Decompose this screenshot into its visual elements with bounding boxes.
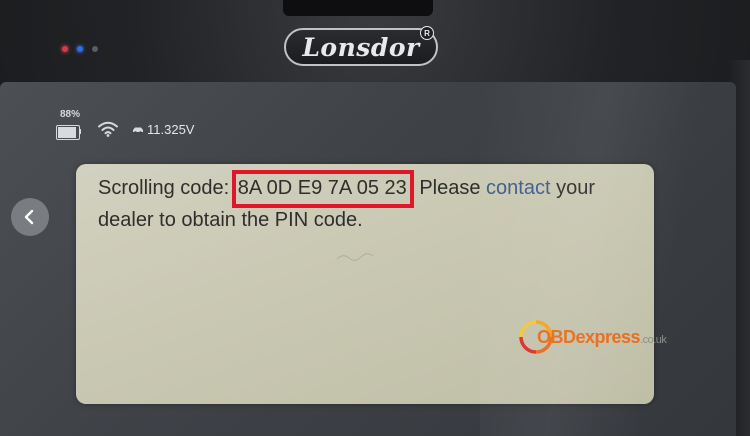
red-led-icon xyxy=(62,46,68,52)
message-prefix: Scrolling code: xyxy=(98,177,235,199)
dialog-message: Scrolling code: 8A 0D E9 7A 05 23 Please… xyxy=(98,170,598,233)
watermark-tld: .co.uk xyxy=(640,333,667,346)
message-please: Please xyxy=(413,177,487,199)
car-icon xyxy=(133,127,143,134)
scrolling-code: 8A 0D E9 7A 05 23 xyxy=(237,177,407,199)
watermark-prefix: OBD xyxy=(537,326,576,347)
screen-scratch xyxy=(336,253,374,261)
voltage-value: 11.325V xyxy=(147,122,195,137)
pin-code-dialog: Scrolling code: 8A 0D E9 7A 05 23 Please… xyxy=(76,164,654,404)
battery-icon: 88% xyxy=(56,109,84,143)
brand-name: Lonsdor xyxy=(302,32,420,62)
watermark-name: express xyxy=(575,326,641,347)
registered-mark-icon: R xyxy=(420,26,434,40)
battery-percent: 88% xyxy=(60,109,81,120)
back-button[interactable] xyxy=(11,198,49,236)
device-frame: Lonsdor R 88% 11.325V Scrolling code: 8A… xyxy=(0,0,750,436)
blue-led-icon xyxy=(77,46,83,52)
watermark-text: OBDexpress.co.uk xyxy=(537,326,667,348)
status-bar: 88% 11.325V xyxy=(56,107,194,143)
battery-fill xyxy=(58,127,76,138)
battery-body xyxy=(56,125,80,140)
chevron-left-icon xyxy=(24,209,34,225)
brand-logo: Lonsdor R xyxy=(284,26,438,66)
scrolling-code-highlight: 8A 0D E9 7A 05 23 xyxy=(231,170,414,208)
wifi-icon xyxy=(98,121,118,137)
obdexpress-watermark: OBDexpress.co.uk xyxy=(517,318,667,356)
battery-tip xyxy=(79,129,81,134)
voltage-indicator: 11.325V xyxy=(132,122,194,137)
message-contact: contact xyxy=(486,177,551,199)
grey-led-icon xyxy=(92,46,98,52)
device-top-clip xyxy=(283,0,433,16)
status-leds xyxy=(62,46,98,52)
